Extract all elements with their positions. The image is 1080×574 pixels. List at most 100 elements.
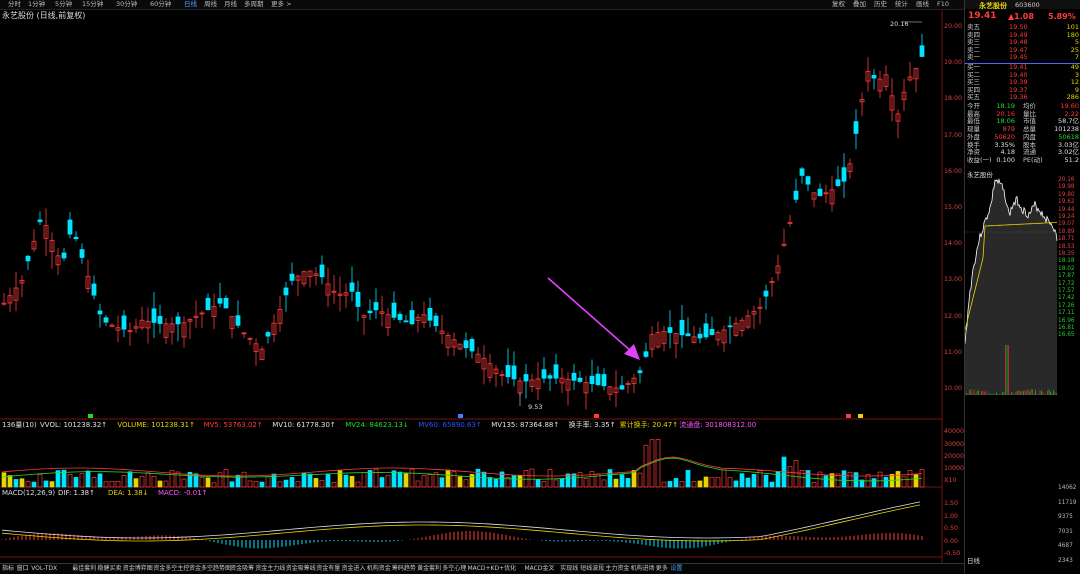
volume-bar xyxy=(709,477,715,488)
intraday-volume-axis-tick: 7031 xyxy=(1058,528,1073,535)
volume-bar xyxy=(247,480,253,488)
price-axis-tick: 11.00 xyxy=(944,348,963,356)
price-axis-tick: 18.00 xyxy=(944,95,963,103)
intraday-axis-tick: 17.42 xyxy=(1058,295,1075,302)
event-marker xyxy=(858,414,863,418)
volume-bar xyxy=(787,466,793,488)
macd-indicator-value: DEA: 1.38↓ xyxy=(108,489,149,497)
volume-bar xyxy=(601,479,607,488)
candle-body xyxy=(505,365,511,378)
kline-chart[interactable] xyxy=(0,0,964,563)
volume-bar xyxy=(283,479,289,488)
candle-body xyxy=(121,315,127,330)
candle-body xyxy=(79,249,85,258)
candle-body xyxy=(589,375,595,384)
volume-bar xyxy=(319,480,325,488)
volume-bar xyxy=(625,478,631,488)
candle-body xyxy=(841,167,847,182)
volume-bar xyxy=(109,481,115,488)
volume-bar xyxy=(445,469,451,488)
volume-bar xyxy=(679,481,685,488)
macd-axis-tick: 1.50 xyxy=(944,500,959,507)
candle-body xyxy=(235,315,241,326)
candle-body xyxy=(97,310,103,315)
candle-body xyxy=(73,236,79,240)
intraday-volume-axis-tick: 9375 xyxy=(1058,514,1073,520)
intraday-axis-tick: 18.02 xyxy=(1058,265,1075,272)
volume-bars xyxy=(1,439,925,488)
intraday-axis-tick: 16.65 xyxy=(1058,332,1075,339)
volume-indicator-value: MV10: 61778.30↑ xyxy=(272,421,336,429)
candle-body xyxy=(403,320,409,323)
candle-body xyxy=(511,365,517,380)
price-axis-tick: 12.00 xyxy=(944,312,963,320)
volume-bar xyxy=(841,470,847,488)
volume-bar xyxy=(121,475,127,488)
candle-body xyxy=(61,252,67,259)
volume-indicator-value: 流通盘: 301808312.00 xyxy=(679,421,757,429)
candle-body xyxy=(619,385,625,390)
volume-bar xyxy=(697,480,703,488)
event-marker xyxy=(846,414,851,418)
volume-bar xyxy=(673,478,679,488)
candle-body xyxy=(697,333,703,339)
candle-body xyxy=(367,310,373,314)
volume-bar xyxy=(403,473,409,488)
candle-body xyxy=(391,302,397,318)
volume-bar xyxy=(703,476,709,488)
volume-indicator-value: 换手率: 3.35↑ xyxy=(568,421,616,429)
macd-dif-line xyxy=(1,501,921,539)
intraday-axis-tick: 16.81 xyxy=(1058,325,1075,331)
volume-bar xyxy=(427,474,433,488)
candle-body xyxy=(643,351,649,357)
volume-bar xyxy=(325,474,331,488)
price-axis-tick: 19.00 xyxy=(944,59,963,67)
intraday-axis-tick: 19.80 xyxy=(1058,191,1075,198)
volume-indicator-header: 136量(10) VVOL: 101238.32↑ VOLUME: 101238.3… xyxy=(2,421,942,430)
volume-bar xyxy=(1,472,7,488)
daily-tab[interactable]: 日线 xyxy=(967,555,980,565)
volume-bar xyxy=(115,480,121,488)
volume-bar xyxy=(259,481,265,488)
volume-bar xyxy=(469,474,475,488)
volume-bar xyxy=(265,476,271,488)
price-axis-tick: 10.00 xyxy=(944,385,963,392)
candle-body xyxy=(463,340,469,349)
low-label: 9.53 xyxy=(528,403,543,411)
volume-bar xyxy=(289,477,295,488)
volume-bar xyxy=(385,474,391,488)
intraday-axis-tick: 19.07 xyxy=(1058,221,1075,228)
volume-bar xyxy=(529,468,535,488)
candle-body xyxy=(727,325,733,328)
volume-indicator-value: MV5: 53763.02↑ xyxy=(203,421,263,429)
price-axis-tick: 13.00 xyxy=(944,276,963,284)
volume-bar xyxy=(511,475,517,488)
volume-bar xyxy=(349,475,355,488)
volume-bar xyxy=(181,478,187,488)
volume-indicator-value: 累计换手: 20.47↑ xyxy=(619,421,679,429)
candle-body xyxy=(37,219,43,223)
candle-body xyxy=(355,291,361,307)
volume-indicator-value: VOLUME: 101238.31↑ xyxy=(117,421,196,429)
volume-bar xyxy=(211,482,217,488)
volume-bar xyxy=(769,481,775,488)
volume-bar xyxy=(97,473,103,488)
volume-bar xyxy=(373,468,379,488)
volume-axis-tick: 20000 xyxy=(944,453,965,460)
volume-bar xyxy=(619,474,625,488)
volume-bar xyxy=(151,475,157,488)
macd-axis-tick: 0.00 xyxy=(944,538,959,545)
volume-bar xyxy=(811,482,817,488)
macd-indicator-value: DIF: 1.38↑ xyxy=(58,489,95,497)
intraday-axis-tick: 18.35 xyxy=(1058,251,1075,257)
volume-bar xyxy=(553,479,559,488)
intraday-axis-tick: 20.16 xyxy=(1058,177,1075,183)
volume-bar xyxy=(313,478,319,488)
volume-bar xyxy=(421,475,427,488)
volume-bar xyxy=(361,472,367,488)
volume-bar xyxy=(199,477,205,488)
volume-bar xyxy=(103,481,109,488)
candle-body xyxy=(577,377,583,382)
volume-bar xyxy=(775,471,781,488)
candle-body xyxy=(637,370,643,374)
